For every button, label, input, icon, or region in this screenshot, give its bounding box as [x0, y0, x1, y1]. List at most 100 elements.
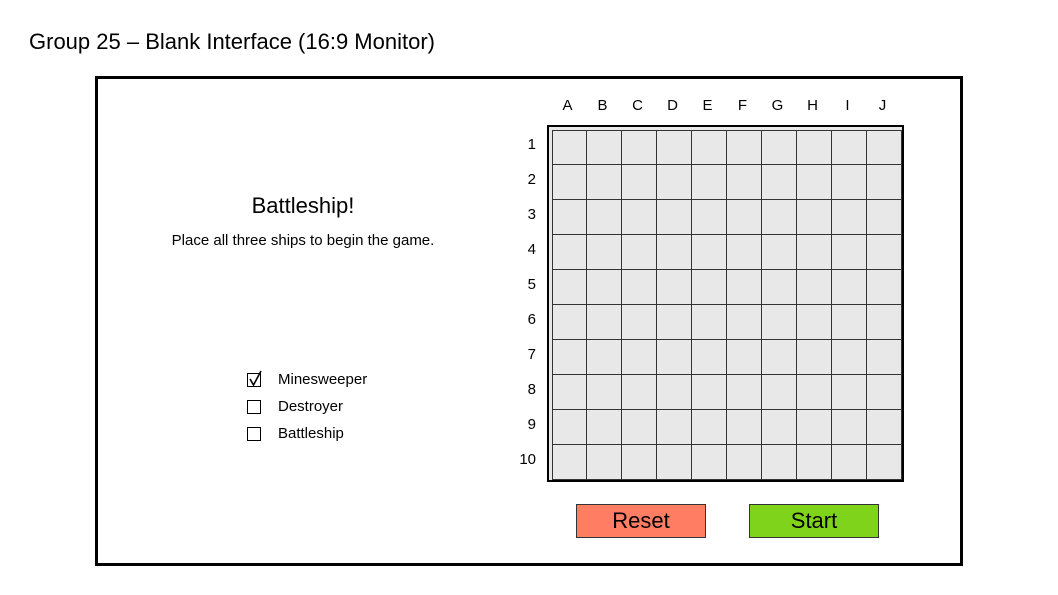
board-cell[interactable]: [762, 340, 797, 375]
board-cell[interactable]: [657, 165, 692, 200]
board-cell[interactable]: [622, 235, 657, 270]
board-cell[interactable]: [797, 445, 832, 480]
board-cell[interactable]: [832, 340, 867, 375]
board-cell[interactable]: [832, 445, 867, 480]
board-cell[interactable]: [797, 130, 832, 165]
board-cell[interactable]: [762, 200, 797, 235]
board-cell[interactable]: [832, 375, 867, 410]
board-cell[interactable]: [657, 235, 692, 270]
board-cell[interactable]: [622, 445, 657, 480]
board-cell[interactable]: [832, 165, 867, 200]
board-cell[interactable]: [587, 165, 622, 200]
board-cell[interactable]: [832, 305, 867, 340]
board-cell[interactable]: [867, 410, 902, 445]
board-cell[interactable]: [832, 270, 867, 305]
board-cell[interactable]: [727, 410, 762, 445]
ship-item-destroyer[interactable]: Destroyer: [247, 393, 367, 420]
board-cell[interactable]: [657, 200, 692, 235]
board-cell[interactable]: [657, 375, 692, 410]
board-cell[interactable]: [552, 375, 587, 410]
board-cell[interactable]: [587, 410, 622, 445]
ship-item-minesweeper[interactable]: Minesweeper: [247, 366, 367, 393]
board-cell[interactable]: [797, 340, 832, 375]
board-cell[interactable]: [727, 200, 762, 235]
board-cell[interactable]: [657, 270, 692, 305]
board-cell[interactable]: [657, 445, 692, 480]
board-cell[interactable]: [867, 305, 902, 340]
board-cell[interactable]: [692, 305, 727, 340]
board-cell[interactable]: [762, 375, 797, 410]
board-cell[interactable]: [762, 165, 797, 200]
board-cell[interactable]: [622, 130, 657, 165]
board-cell[interactable]: [587, 130, 622, 165]
board-cell[interactable]: [867, 130, 902, 165]
board-cell[interactable]: [762, 305, 797, 340]
board-cell[interactable]: [832, 130, 867, 165]
board-cell[interactable]: [692, 270, 727, 305]
board-cell[interactable]: [692, 410, 727, 445]
board-cell[interactable]: [552, 130, 587, 165]
reset-button[interactable]: Reset: [576, 504, 706, 538]
board-cell[interactable]: [727, 165, 762, 200]
board-cell[interactable]: [797, 270, 832, 305]
board-cell[interactable]: [727, 305, 762, 340]
board-cell[interactable]: [552, 445, 587, 480]
board-cell[interactable]: [587, 375, 622, 410]
board-cell[interactable]: [797, 305, 832, 340]
board-cell[interactable]: [762, 410, 797, 445]
board-cell[interactable]: [797, 235, 832, 270]
board-cell[interactable]: [587, 445, 622, 480]
board-cell[interactable]: [622, 375, 657, 410]
board-cell[interactable]: [657, 410, 692, 445]
board-cell[interactable]: [552, 340, 587, 375]
board-cell[interactable]: [867, 235, 902, 270]
board-cell[interactable]: [727, 130, 762, 165]
board-cell[interactable]: [587, 235, 622, 270]
board-cell[interactable]: [727, 270, 762, 305]
board-cell[interactable]: [727, 340, 762, 375]
board-cell[interactable]: [587, 270, 622, 305]
board-cell[interactable]: [587, 305, 622, 340]
board-cell[interactable]: [692, 165, 727, 200]
board-cell[interactable]: [692, 445, 727, 480]
board-cell[interactable]: [727, 445, 762, 480]
start-button[interactable]: Start: [749, 504, 879, 538]
board-cell[interactable]: [622, 200, 657, 235]
destroyer-checkbox[interactable]: [247, 399, 261, 414]
board-cell[interactable]: [797, 410, 832, 445]
board-cell[interactable]: [552, 165, 587, 200]
board-cell[interactable]: [762, 445, 797, 480]
board-cell[interactable]: [832, 235, 867, 270]
battleship-checkbox[interactable]: [247, 426, 261, 441]
board-cell[interactable]: [622, 270, 657, 305]
board-cell[interactable]: [867, 340, 902, 375]
minesweeper-checkbox[interactable]: [247, 370, 262, 387]
board-cell[interactable]: [727, 375, 762, 410]
board-cell[interactable]: [552, 235, 587, 270]
board-cell[interactable]: [762, 270, 797, 305]
board-cell[interactable]: [832, 200, 867, 235]
board-cell[interactable]: [622, 410, 657, 445]
board-cell[interactable]: [552, 410, 587, 445]
board-cell[interactable]: [867, 375, 902, 410]
board-cell[interactable]: [762, 235, 797, 270]
board-cell[interactable]: [797, 375, 832, 410]
board-cell[interactable]: [657, 340, 692, 375]
board-cell[interactable]: [657, 130, 692, 165]
board-cell[interactable]: [762, 130, 797, 165]
board-cell[interactable]: [587, 200, 622, 235]
board-cell[interactable]: [692, 130, 727, 165]
board-cell[interactable]: [552, 200, 587, 235]
board-cell[interactable]: [867, 200, 902, 235]
board-cell[interactable]: [832, 410, 867, 445]
board-cell[interactable]: [657, 305, 692, 340]
board-cell[interactable]: [622, 340, 657, 375]
board-cell[interactable]: [552, 270, 587, 305]
board-cell[interactable]: [797, 165, 832, 200]
ship-item-battleship[interactable]: Battleship: [247, 420, 367, 447]
board-cell[interactable]: [867, 270, 902, 305]
board-cell[interactable]: [622, 305, 657, 340]
board-cell[interactable]: [692, 200, 727, 235]
board-cell[interactable]: [622, 165, 657, 200]
board-cell[interactable]: [587, 340, 622, 375]
